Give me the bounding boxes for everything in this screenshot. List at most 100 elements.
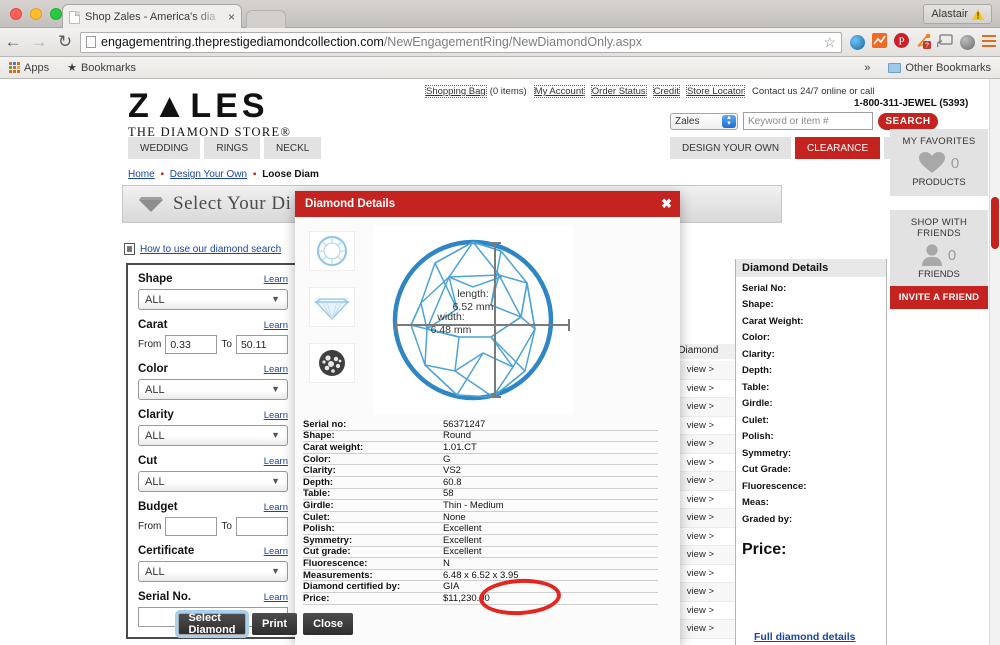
nav-item-design-your-own[interactable]: DESIGN YOUR OWN	[670, 137, 792, 159]
minimize-window-button[interactable]	[30, 8, 42, 20]
pinterest-extension-icon[interactable]: P	[890, 33, 912, 51]
maximize-window-button[interactable]	[50, 8, 62, 20]
spec-row: Symmetry: Excellent	[303, 535, 658, 547]
row-view-link[interactable]: view >	[687, 512, 714, 523]
browser-tab[interactable]: Shop Zales - America's dia ×	[62, 4, 242, 29]
bookmarks-overflow[interactable]: »	[855, 62, 879, 74]
print-button[interactable]: Print	[252, 613, 298, 635]
close-icon[interactable]: ✖	[661, 196, 672, 212]
apps-shortcut[interactable]: Apps	[0, 62, 58, 74]
page-scrollbar[interactable]	[989, 79, 1000, 645]
full-diamond-details-link[interactable]: Full diamond details	[754, 631, 856, 643]
bookmarks-shortcut[interactable]: ★ Bookmarks	[58, 61, 145, 75]
panel-field-label: Depth:	[742, 365, 773, 376]
spec-row: Girdle: Thin - Medium	[303, 500, 658, 512]
close-tab-icon[interactable]: ×	[228, 10, 235, 24]
filter-learn-link[interactable]: Learn	[264, 546, 288, 557]
row-view-link[interactable]: view >	[687, 605, 714, 616]
row-view-link[interactable]: view >	[687, 494, 714, 505]
utility-link-order-status[interactable]: Order Status	[590, 85, 647, 98]
row-view-link[interactable]: view >	[687, 475, 714, 486]
filter-learn-link[interactable]: Learn	[264, 592, 288, 603]
scrollbar-thumb[interactable]	[991, 197, 999, 249]
filter-name: Budget	[138, 501, 178, 513]
nav-item-rings[interactable]: RINGS	[204, 137, 261, 159]
other-bookmarks-folder[interactable]: Other Bookmarks	[879, 62, 1000, 74]
nav-item-clearance[interactable]: CLEARANCE	[795, 137, 881, 159]
color-select[interactable]: ALL ▼	[138, 379, 288, 400]
certificate-select[interactable]: ALL ▼	[138, 561, 288, 582]
address-bar[interactable]: engagementring.theprestigediamondcollect…	[80, 31, 842, 53]
friends-count-row: 0	[890, 244, 988, 266]
shape-select[interactable]: ALL ▼	[138, 289, 288, 310]
diamond-photo-thumb[interactable]	[309, 343, 355, 383]
diamond-details-modal: Diamond Details ✖ length: 6.52 mm width:…	[295, 191, 680, 645]
row-view-link[interactable]: view >	[687, 549, 714, 560]
cast-extension-icon[interactable]	[934, 34, 956, 50]
search-scope-select[interactable]: Zales ▴ ▾	[670, 112, 738, 130]
bookmark-star-icon[interactable]: ☆	[823, 34, 836, 51]
new-tab-button[interactable]	[246, 10, 286, 29]
close-window-button[interactable]	[10, 8, 22, 20]
diamond-top-view-thumb[interactable]	[309, 231, 355, 271]
zales-logo[interactable]: Z▲LES THE DIAMOND STORE®	[128, 89, 291, 140]
filter-learn-link[interactable]: Learn	[264, 320, 288, 331]
row-view-link[interactable]: view >	[687, 364, 714, 375]
utility-link-my-account[interactable]: My Account	[533, 85, 585, 98]
row-view-link[interactable]: view >	[687, 531, 714, 542]
analytics-extension-icon[interactable]	[868, 33, 890, 51]
search-input[interactable]: Keyword or item #	[743, 112, 873, 130]
spec-row: Table: 58	[303, 488, 658, 501]
budget-to-input[interactable]	[235, 517, 288, 536]
filter-name: Certificate	[138, 545, 195, 557]
modal-header: Diamond Details ✖	[295, 191, 680, 217]
search-button[interactable]: SEARCH	[878, 112, 938, 130]
breadcrumb-current: Loose Diam	[262, 169, 319, 180]
select-diamond-button[interactable]: Select Diamond	[175, 610, 249, 638]
row-view-link[interactable]: view >	[687, 623, 714, 634]
cut-select[interactable]: ALL ▼	[138, 471, 288, 492]
back-button[interactable]: ←	[0, 32, 26, 52]
nav-item-necklaces[interactable]: NECKL	[264, 137, 322, 159]
utility-link-store-locator[interactable]: Store Locator	[685, 85, 746, 98]
profile-button[interactable]: Alastair	[923, 4, 992, 24]
row-view-link[interactable]: view >	[687, 568, 714, 579]
breadcrumb-design-your-own[interactable]: Design Your Own	[170, 169, 247, 180]
row-view-link[interactable]: view >	[687, 457, 714, 468]
utility-link-shopping-bag[interactable]: Shopping Bag	[425, 85, 487, 98]
reload-button[interactable]: ↻	[52, 32, 78, 52]
diamond-side-view-thumb[interactable]	[309, 287, 355, 327]
row-view-link[interactable]: view >	[687, 383, 714, 394]
filter-learn-link[interactable]: Learn	[264, 410, 288, 421]
chrome-menu-icon[interactable]	[978, 34, 1000, 50]
utility-link-credit[interactable]: Credit	[652, 85, 680, 98]
breadcrumb-home[interactable]: Home	[128, 169, 155, 180]
filter-learn-link[interactable]: Learn	[264, 456, 288, 467]
right-rail: MY FAVORITES 0 PRODUCTS SHOP WITH FRIEND…	[890, 129, 988, 309]
evernote-extension-icon[interactable]	[846, 34, 868, 51]
filter-learn-link[interactable]: Learn	[264, 364, 288, 375]
row-view-link[interactable]: view >	[687, 401, 714, 412]
carat-from-input[interactable]: 0.33	[165, 335, 218, 354]
window-controls[interactable]	[10, 8, 62, 20]
nav-item-wedding[interactable]: WEDDING	[128, 137, 201, 159]
close-button[interactable]: Close	[303, 613, 354, 635]
row-view-link[interactable]: view >	[687, 420, 714, 431]
filter-learn-link[interactable]: Learn	[264, 502, 288, 513]
person-icon	[921, 244, 942, 266]
clarity-select[interactable]: ALL ▼	[138, 425, 288, 446]
my-favorites-card[interactable]: MY FAVORITES 0 PRODUCTS	[890, 129, 988, 196]
budget-from-input[interactable]	[165, 517, 218, 536]
hubspot-extension-icon[interactable]: ?	[912, 33, 934, 52]
filter-learn-link[interactable]: Learn	[264, 274, 288, 285]
generic-extension-icon[interactable]	[956, 34, 978, 51]
carat-to-input[interactable]: 50.11	[235, 335, 288, 354]
forward-button[interactable]: →	[26, 32, 52, 52]
panel-field-label: Polish:	[742, 431, 774, 442]
how-to-link[interactable]: How to use our diamond search	[140, 244, 281, 255]
invite-a-friend-button[interactable]: INVITE A FRIEND	[890, 286, 988, 309]
row-view-link[interactable]: view >	[687, 438, 714, 449]
row-view-link[interactable]: view >	[687, 586, 714, 597]
spec-row: Serial no: 56371247	[303, 419, 658, 431]
url-host: engagementring.theprestigediamondcollect…	[101, 35, 384, 49]
